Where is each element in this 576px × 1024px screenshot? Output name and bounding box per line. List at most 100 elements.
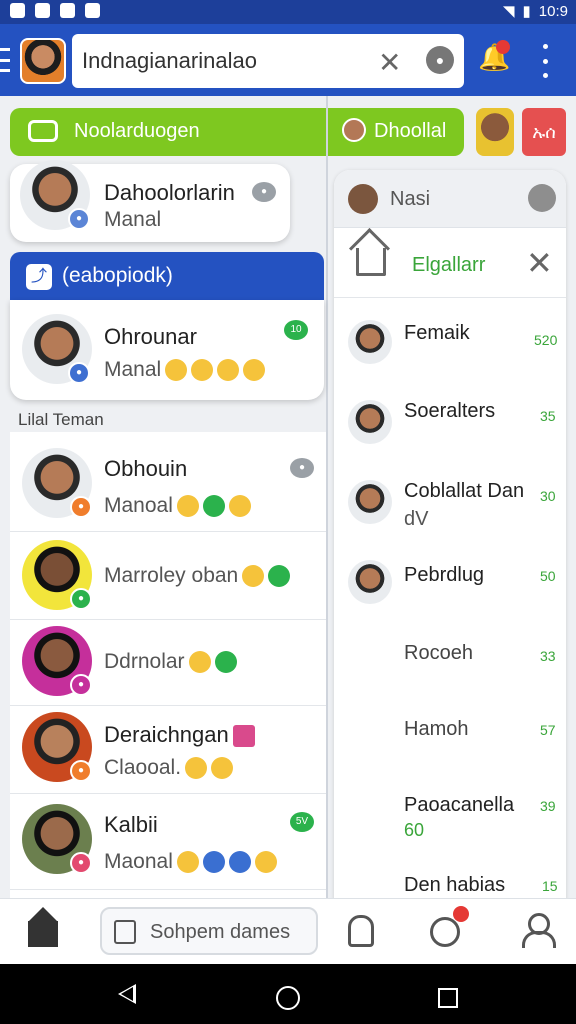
message-icon [28,120,58,142]
pinned-chat-card[interactable]: ● Dahoolorlarin Manal ● [10,160,290,242]
chat-name: Deraichngan [104,722,255,748]
voice-search-icon[interactable]: ● [426,46,454,74]
group-icon: ⤴ [26,264,52,290]
chat-name: Ohrounar [104,324,197,349]
chat-name: Obhouin [104,456,188,481]
clear-search-icon[interactable]: ✕ [378,46,401,79]
notifications-bell-icon[interactable]: 🔔 [478,40,510,78]
recents-icon[interactable] [438,988,458,1008]
search-input[interactable] [82,34,372,88]
notification-icons [10,3,100,18]
contact-count: 39 [540,798,556,814]
contact-count: 520 [534,332,558,348]
status-time: 10:9 [538,2,568,20]
contact-name: Hamoh [404,718,469,740]
close-icon[interactable]: ✕ [526,244,553,282]
panel-tabs: Elgallarr ✕ [334,228,566,298]
avatar [348,560,392,604]
notification-dot [496,40,510,54]
contact-count: 35 [540,408,556,424]
system-nav-bar [0,964,576,1024]
contact-count: 50 [540,568,556,584]
chat-subtitle: Manoal [104,494,251,518]
badge-icon[interactable] [348,915,374,947]
avatar [348,400,392,444]
group-header[interactable]: ⤴ (eabopiodk) [10,252,324,300]
avatar [348,480,392,524]
chat-subtitle: Maonal [104,850,277,874]
contact-count: 33 [540,648,556,664]
status-badge: ● [70,588,92,610]
red-action-button[interactable]: ኡሰ [522,108,566,156]
contact-count: 57 [540,722,556,738]
unread-count-badge: 10 [284,320,308,340]
chat-bubble-icon: ● [252,182,276,202]
list-item[interactable]: ● Deraichngan Claooal. [10,706,326,794]
tab-label[interactable]: Elgallarr [412,254,485,277]
contact-subtitle: dV [404,508,429,530]
search-box[interactable]: ✕ ● [72,34,464,88]
status-badge: ● [70,852,92,874]
more-options-icon[interactable] [538,44,552,78]
contact-name: Soeralters [404,400,496,422]
menu-icon[interactable] [0,48,10,72]
contact-name: Coblallat Dan [404,480,525,502]
verified-badge: ● [68,208,90,230]
avatar [348,320,392,364]
status-badge: ● [70,674,92,696]
chat-subtitle: Manal [104,358,266,382]
app-bar: ✕ ● 🔔 [0,24,576,96]
bottom-search-placeholder: Sohpem dames [150,921,291,943]
battery-icon: ▮ [522,3,531,20]
contact-avatar[interactable] [476,108,514,156]
profile-avatar[interactable] [20,38,66,84]
chat-name: Ddrnolar [104,650,237,674]
panel-header-title: Nasi [390,188,431,210]
chat-subtitle: Claooal. [104,756,234,780]
group-chat-card[interactable]: ● Ohrounar Manal 10 [10,300,324,400]
avatar [348,184,378,214]
chat-bubble-icon: ● [290,458,314,478]
status-badge: ● [70,760,92,782]
contact-name: Den habias [404,874,506,896]
banner-contact-avatar [342,118,366,142]
home-icon[interactable] [356,248,386,276]
unread-count-badge: 5V [290,812,314,832]
back-icon[interactable] [118,984,136,1004]
group-title: (eabopiodk) [62,264,173,287]
contact-subtitle: 60 [404,820,425,840]
chat-name: Kalbii [104,812,158,837]
bottom-search[interactable]: Sohpem dames [100,907,318,955]
pane-divider [326,96,328,906]
list-item[interactable]: ● Ddrnolar [10,620,326,706]
home-icon[interactable] [28,907,58,947]
chat-banner[interactable]: Noolarduogen Dhoollal [10,108,464,156]
chat-name: Marroley oban [104,564,291,588]
section-label: Lilal Teman [18,410,104,429]
chat-subtitle: Manal [104,208,162,231]
home-button-icon[interactable] [276,986,300,1010]
status-badge: ● [70,496,92,518]
notification-dot [453,906,469,922]
contacts-panel: Nasi Elgallarr ✕ Femaik 520 Soeralters 3… [334,170,566,900]
status-bar: ◥ ▮ 10:9 [0,0,576,24]
chat-name: Dahoolorlarin [104,180,235,205]
banner-title: Noolarduogen [74,120,200,142]
list-item[interactable]: ● Marroley oban [10,532,326,620]
verified-badge: ● [68,362,90,384]
wifi-icon: ◥ [502,3,515,20]
contact-name: Pebrdlug [404,564,485,586]
status-right: ◥ ▮ 10:9 [502,2,568,21]
activity-icon[interactable] [430,906,469,947]
contacts-panel-header: Nasi [334,170,566,228]
contact-count: 30 [540,488,556,504]
contact-name: Femaik [404,322,470,344]
settings-icon[interactable] [528,184,556,212]
list-item[interactable]: ● Kalbii Maonal 5V [10,794,326,890]
contact-name: Paoacanella [404,794,515,816]
list-item[interactable]: ● Obhouin Manoal ● [10,436,326,532]
bottom-nav: Sohpem dames [0,898,576,964]
profile-icon[interactable] [522,913,556,948]
contact-count: 15 [542,878,558,894]
banner-contact-name: Dhoollal [374,120,447,142]
